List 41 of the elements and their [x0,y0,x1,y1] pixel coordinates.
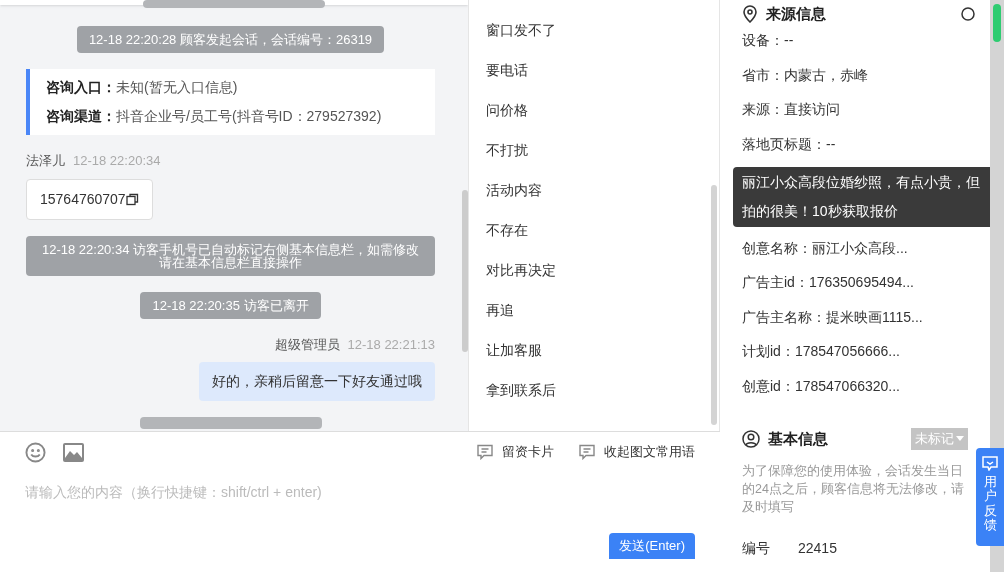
notice-text: 为了保障您的使用体验，会话发生当日的24点之后，顾客信息将无法修改，请及时填写 [742,463,965,517]
quick-reply-item[interactable]: 要电话 [486,60,719,81]
info-label: 咨询渠道： [46,107,116,126]
info-value: 未知(暂无入口信息) [116,78,238,97]
message-bubble: 15764760707 [26,178,153,220]
quick-reply-item[interactable]: 让加客服 [486,340,719,361]
message-time: 12-18 22:21:13 [347,335,435,354]
field-label: 编号 [742,539,770,559]
info-field: 广告主id：176350695494... [742,272,976,293]
message-time: 12-18 22:20:34 [73,152,161,170]
feedback-tab[interactable]: 用户反馈 [976,448,1004,546]
section-title: 基本信息 [768,428,828,449]
toolbar-button[interactable]: 留资卡片 [476,442,554,462]
quick-reply-item[interactable]: 不打扰 [486,140,719,161]
info-field: 计划id：178547056666... [742,341,976,362]
info-field: 来源：直接访问 [742,99,976,120]
message-bubble: 好的，亲稍后留意一下好友通过哦 [199,362,435,401]
info-field: 创意id：178547066320... [742,375,976,397]
send-button[interactable]: 发送(Enter) [609,533,695,559]
info-field: 创意名称：丽江小众高段... [742,237,976,259]
system-message: 12-18 22:20:28 顾客发起会话，会话编号：26319 [76,26,385,53]
quick-reply-item[interactable]: 再追 [486,300,719,321]
quick-reply-item[interactable]: 对比再决定 [486,260,719,281]
quick-reply-item[interactable]: 不存在 [486,220,719,241]
quick-reply-item[interactable]: 问价格 [486,100,719,121]
info-field: 落地页标题：-- [742,133,976,155]
quick-reply-item[interactable]: 窗口发不了 [486,20,719,41]
info-field: 省市：内蒙古，赤峰 [742,64,976,86]
section-title: 来源信息 [766,3,826,24]
info-label: 咨询入口： [46,78,116,97]
system-message: 12-18 22:20:35 访客已离开 [140,291,321,319]
sender-name: 法泽儿 [26,152,65,170]
system-message: 12-18 22:20:34 访客手机号已自动标记右侧基本信息栏，如需修改请在基本信息栏直接操作 [26,235,435,276]
info-value: 抖音企业号/员工号(抖音号ID：279527392) [116,107,382,126]
field-value: 22415 [798,539,837,559]
info-field: 广告主名称：提米映画1115... [742,306,976,328]
quick-reply-item[interactable]: 拿到联系后 [486,380,719,401]
quick-reply-item[interactable]: 活动内容 [486,180,719,201]
toolbar-button[interactable]: 收起图文常用语 [578,442,695,462]
sender-name: 超级管理员 [274,335,340,354]
info-field: 设备：-- [742,30,976,51]
